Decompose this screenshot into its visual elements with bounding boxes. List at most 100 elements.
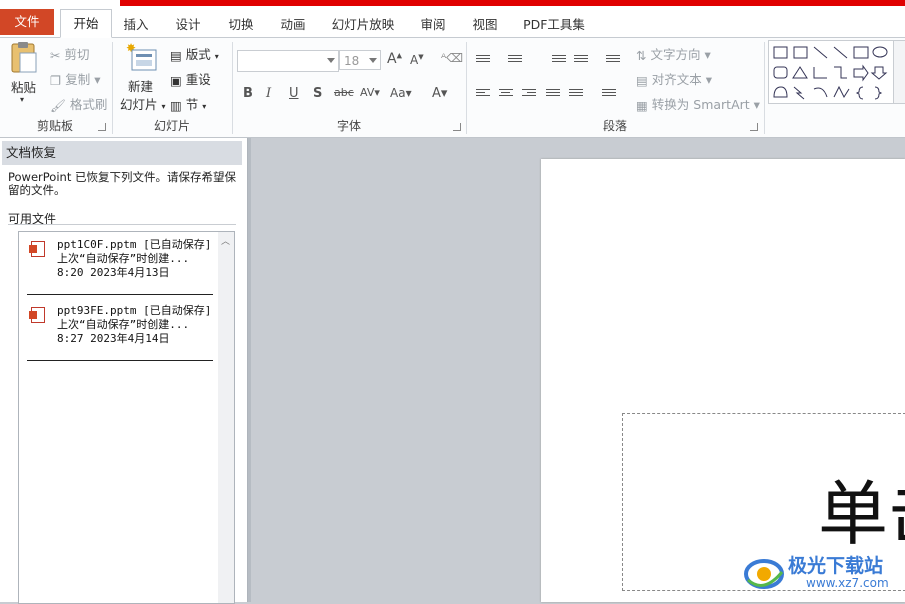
tab-transitions[interactable]: 切换 [221,14,261,36]
bold-icon[interactable]: B [243,86,253,101]
ribbon-tab-row: 文件 开始 插入 设计 切换 动画 幻灯片放映 审阅 视图 PDF工具集 [0,6,905,38]
font-launcher-icon[interactable] [453,123,461,131]
shapes-gallery-scroll[interactable] [893,40,905,104]
reset-button[interactable]: ▣ 重设 [170,69,211,88]
tab-design[interactable]: 设计 [168,14,208,36]
distributed-icon[interactable] [569,89,583,101]
tab-animations[interactable]: 动画 [273,14,313,36]
copy-icon: ❐ [50,73,62,88]
underline-icon[interactable]: U [289,86,299,101]
font-group-label: 字体 [336,119,361,133]
recovered-file-desc: 上次“自动保存”时创建... [57,318,190,331]
tab-insert[interactable]: 插入 [116,14,156,36]
layout-icon: ▤ [170,48,182,63]
align-text-label: 对齐文本 [651,72,702,87]
paragraph-launcher-icon[interactable] [750,123,758,131]
tab-view[interactable]: 视图 [465,14,505,36]
title-placeholder-text: 单击 [818,473,905,555]
group-separator [764,42,765,134]
pane-splitter[interactable] [248,138,251,602]
font-size-value: 18 [344,54,360,68]
document-recovery-title: 文档恢复 [2,141,242,165]
reset-icon: ▣ [170,73,182,88]
paragraph-group-label: 段落 [602,119,627,133]
columns-icon[interactable] [602,89,616,101]
justify-icon[interactable] [546,89,560,101]
ribbon: 粘贴 ▾ ✂ 剪切 ❐ 复制 ▾ 🖌 格式刷 剪贴板 ✸ 新建 幻灯片 ▾ ▤ … [0,38,905,138]
section-icon: ▥ [170,98,182,113]
document-recovery-message: PowerPoint 已恢复下列文件。请保存希望保留的文件。 [8,170,236,197]
new-slide-label-1[interactable]: 新建 [128,76,153,95]
tab-slideshow[interactable]: 幻灯片放映 [325,14,401,36]
clear-format-icon[interactable]: ᴬ⌫ [441,51,463,65]
section-label: 节 [185,97,199,112]
cut-button[interactable]: ✂ 剪切 [50,44,89,63]
new-slide-icon[interactable]: ✸ [126,41,158,72]
align-left-icon[interactable] [476,89,490,101]
align-text-icon: ▤ [636,73,648,88]
font-color-icon[interactable]: A▾ [432,86,447,101]
new-slide-dropdown-icon: ▾ [161,102,166,111]
brush-icon: 🖌 [50,97,66,113]
document-recovery-pane: 文档恢复 PowerPoint 已恢复下列文件。请保存希望保留的文件。 可用文件… [0,138,248,604]
paste-icon[interactable] [8,41,40,75]
numbering-icon[interactable] [508,55,522,67]
align-text-button[interactable]: ▤ 对齐文本 ▾ [636,69,712,88]
shapes-gallery-icons [773,46,888,100]
bullets-icon[interactable] [476,55,490,67]
section-button[interactable]: ▥ 节 ▾ [170,94,206,113]
divider [27,294,213,295]
shapes-gallery[interactable] [768,40,895,104]
format-painter-button[interactable]: 🖌 格式刷 [50,94,107,114]
format-painter-label: 格式刷 [69,97,108,112]
scroll-up-icon[interactable]: ︿ [221,234,230,247]
watermark-logo-icon [744,559,784,589]
strikethrough-icon[interactable]: abc [334,86,354,99]
char-spacing-icon[interactable]: AV▾ [360,86,380,99]
increase-indent-icon[interactable] [574,55,588,67]
file-list-scrollbar[interactable]: ︿ [218,231,235,604]
watermark: 极光下载站 www.xz7.com [742,548,902,596]
font-size-select[interactable]: 18 [339,50,381,70]
text-direction-button[interactable]: ⇅ 文字方向 ▾ [636,44,711,63]
decrease-indent-icon[interactable] [552,55,566,67]
change-case-icon[interactable]: Aa▾ [390,86,412,100]
text-direction-label: 文字方向 [650,47,701,62]
line-spacing-icon[interactable] [606,55,620,67]
clipboard-group-label: 剪贴板 [36,119,73,133]
watermark-name: 极光下载站 [788,555,884,577]
recovered-file-desc: 上次“自动保存”时创建... [57,252,190,265]
align-center-icon[interactable] [499,89,513,101]
smartart-icon: ▦ [636,98,648,113]
layout-label: 版式 [185,47,211,62]
text-direction-icon: ⇅ [636,48,647,63]
convert-smartart-button[interactable]: ▦ 转换为 SmartArt ▾ [636,94,760,113]
clipboard-launcher-icon[interactable] [98,123,106,131]
pptx-file-icon [29,241,45,257]
shadow-icon[interactable]: S [313,86,322,101]
copy-label: 复制 [65,72,91,87]
new-slide-button[interactable]: 幻灯片 ▾ [120,94,166,113]
grow-font-icon[interactable]: A▲ [387,51,402,67]
paste-dropdown-icon[interactable]: ▾ [20,95,24,104]
divider [27,360,213,361]
divider [8,224,236,225]
recovered-file-time: 8:27 2023年4月14日 [57,332,170,345]
italic-icon[interactable]: I [266,86,271,101]
slides-group-label: 幻灯片 [153,119,190,133]
font-name-select[interactable] [237,50,339,72]
layout-button[interactable]: ▤ 版式 ▾ [170,44,219,63]
tab-home[interactable]: 开始 [60,9,112,38]
tab-file[interactable]: 文件 [0,9,54,35]
copy-button[interactable]: ❐ 复制 ▾ [50,69,100,88]
recovered-file-time: 8:20 2023年4月13日 [57,266,170,279]
shrink-font-icon[interactable]: A▼ [410,53,424,67]
align-right-icon[interactable] [522,89,536,101]
cut-label: 剪切 [64,47,90,62]
tab-review[interactable]: 审阅 [413,14,453,36]
tab-pdf-tools[interactable]: PDF工具集 [518,14,590,36]
convert-smartart-label: 转换为 SmartArt [651,97,750,112]
pptx-file-icon [29,307,45,323]
recovered-file-name: ppt1C0F.pptm [已自动保存] [57,238,212,251]
paste-button[interactable]: 粘贴 [11,77,36,96]
